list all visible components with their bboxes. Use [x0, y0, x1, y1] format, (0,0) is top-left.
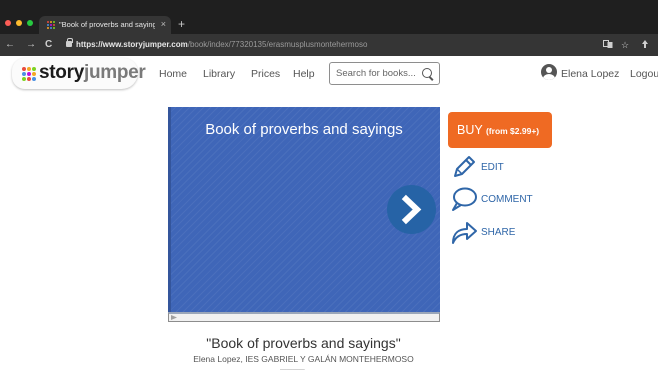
next-page-button[interactable] [387, 185, 436, 234]
url-host: https://www.storyjumper.com [76, 40, 188, 49]
translate-icon[interactable] [603, 39, 613, 52]
back-arrow-icon[interactable]: ← [5, 38, 15, 52]
url-path: /book/index/77320135/erasmusplusmonteher… [187, 40, 368, 49]
url-field[interactable]: https://www.storyjumper.com/book/index/7… [76, 38, 367, 52]
book-authors-caption: Elena Lopez, IES GABRIEL Y GALÁN MONTEHE… [193, 354, 414, 364]
user-avatar-icon[interactable] [541, 64, 557, 80]
logout-link[interactable]: Logout [630, 67, 658, 81]
cutoff-text-fragment: ▔▔▔▔ [280, 369, 305, 374]
share-link[interactable]: SHARE [481, 227, 515, 239]
book-cover-title: Book of proverbs and sayings [205, 121, 403, 138]
search-icon[interactable] [422, 68, 432, 78]
edit-link[interactable]: EDIT [481, 162, 504, 174]
logo-wordmark: storyjumper [39, 62, 146, 83]
nav-home[interactable]: Home [159, 67, 187, 81]
comment-bubble-icon[interactable] [450, 186, 478, 212]
book-title-caption: "Book of proverbs and sayings" [206, 335, 401, 351]
nav-library[interactable]: Library [203, 67, 235, 81]
storyjumper-logo[interactable]: storyjumper [12, 58, 146, 89]
user-name[interactable]: Elena Lopez [561, 67, 619, 81]
nav-help[interactable]: Help [293, 67, 315, 81]
tab-close-icon[interactable]: × [161, 18, 166, 30]
search-input[interactable]: Search for books... [329, 62, 440, 85]
pencil-icon[interactable] [451, 154, 477, 180]
bookmark-star-icon[interactable]: ☆ [621, 39, 629, 51]
buy-label: BUY [457, 123, 483, 137]
comment-link[interactable]: COMMENT [481, 194, 533, 206]
browser-tab[interactable]: "Book of proverbs and sayings" × [39, 16, 171, 34]
buy-price: (from $2.99+) [485, 126, 540, 136]
close-window-dot[interactable] [5, 20, 11, 26]
forward-arrow-icon[interactable]: → [26, 38, 36, 52]
browser-address-bar: ← → C https://www.storyjumper.com/book/i… [0, 34, 658, 56]
lock-icon [66, 38, 73, 47]
book-page-edge [168, 312, 440, 322]
minimize-window-dot[interactable] [16, 20, 22, 26]
share-arrow-icon[interactable] [450, 218, 478, 245]
maximize-window-dot[interactable] [27, 20, 33, 26]
reload-icon[interactable]: C [45, 38, 52, 52]
storyjumper-favicon-icon [47, 21, 56, 30]
extension-icon[interactable] [640, 39, 650, 52]
logo-dots-icon [22, 67, 36, 81]
chevron-right-icon [401, 194, 422, 225]
nav-prices[interactable]: Prices [251, 67, 280, 81]
browser-tab-bar: "Book of proverbs and sayings" × + [0, 0, 658, 34]
tab-title: "Book of proverbs and sayings" [59, 20, 155, 29]
buy-button[interactable]: BUY (from $2.99+) [448, 112, 552, 148]
search-placeholder: Search for books... [336, 68, 416, 79]
new-tab-icon[interactable]: + [178, 18, 185, 30]
